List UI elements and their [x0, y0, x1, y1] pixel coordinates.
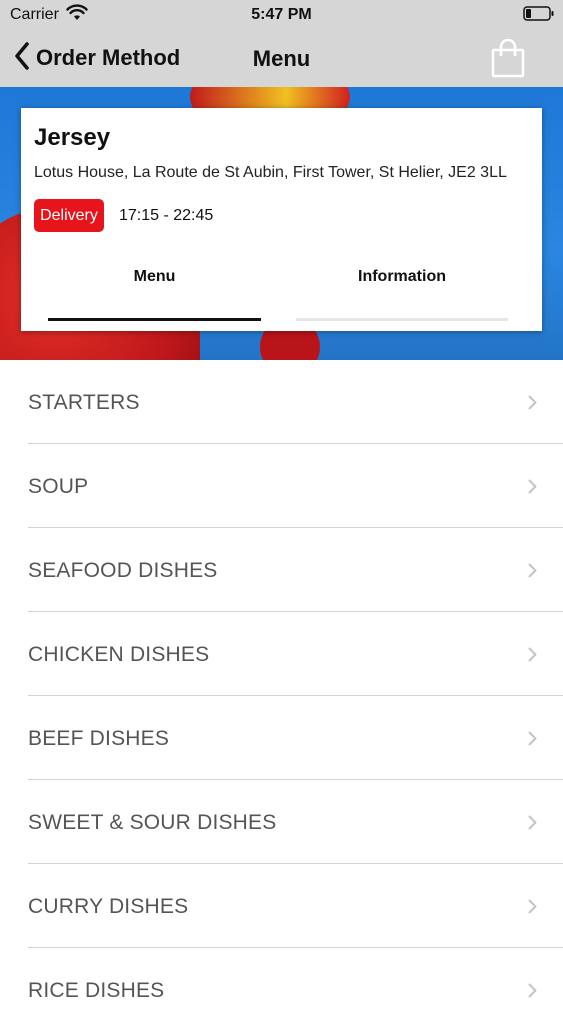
category-label: CURRY DISHES	[28, 895, 189, 918]
chevron-right-icon	[528, 563, 537, 583]
chevron-right-icon	[528, 899, 537, 919]
opening-hours: 17:15 - 22:45	[119, 207, 214, 224]
chevron-right-icon	[528, 647, 537, 667]
category-label: BEEF DISHES	[28, 727, 170, 750]
chevron-right-icon	[528, 731, 537, 751]
category-label: SWEET & SOUR DISHES	[28, 811, 277, 834]
chevron-right-icon	[528, 395, 537, 415]
tab-menu[interactable]: Menu	[48, 258, 261, 321]
shopping-bag-icon	[491, 38, 525, 82]
category-list: STARTERS SOUP SEAFOOD DISHES CHICKEN DIS…	[0, 360, 563, 1032]
status-bar: Carrier 5:47 PM	[0, 0, 563, 30]
chevron-left-icon	[14, 41, 30, 75]
chevron-right-icon	[528, 815, 537, 835]
cart-button[interactable]	[491, 38, 525, 83]
category-beef-dishes[interactable]: BEEF DISHES	[0, 696, 563, 780]
category-label: SOUP	[28, 475, 89, 498]
page-title: Menu	[252, 46, 311, 71]
category-label: CHICKEN DISHES	[28, 643, 210, 666]
category-label: SEAFOOD DISHES	[28, 559, 218, 582]
nav-bar: Order Method Menu	[0, 30, 563, 87]
tab-information-indicator	[296, 318, 508, 321]
category-label: RICE DISHES	[28, 979, 165, 1002]
category-soup[interactable]: SOUP	[0, 444, 563, 528]
category-rice-dishes[interactable]: RICE DISHES	[0, 948, 563, 1032]
tab-information[interactable]: Information	[296, 258, 508, 321]
chevron-right-icon	[528, 479, 537, 499]
store-info-card: Jersey Lotus House, La Route de St Aubin…	[21, 108, 542, 331]
tab-menu-indicator	[48, 318, 261, 321]
category-sweet-sour-dishes[interactable]: SWEET & SOUR DISHES	[0, 780, 563, 864]
store-name: Jersey	[34, 124, 111, 151]
back-button[interactable]: Order Method	[14, 40, 180, 76]
category-seafood-dishes[interactable]: SEAFOOD DISHES	[0, 528, 563, 612]
store-address: Lotus House, La Route de St Aubin, First…	[34, 164, 507, 181]
back-button-label: Order Method	[36, 45, 181, 70]
tab-information-label: Information	[358, 268, 446, 285]
chevron-right-icon	[528, 983, 537, 1003]
category-label: STARTERS	[28, 391, 140, 414]
status-time: 5:47 PM	[251, 6, 312, 23]
category-starters[interactable]: STARTERS	[0, 360, 563, 444]
category-curry-dishes[interactable]: CURRY DISHES	[0, 864, 563, 948]
order-type-badge: Delivery	[34, 199, 104, 232]
battery-icon	[523, 6, 555, 27]
tab-menu-label: Menu	[133, 268, 176, 285]
category-chicken-dishes[interactable]: CHICKEN DISHES	[0, 612, 563, 696]
